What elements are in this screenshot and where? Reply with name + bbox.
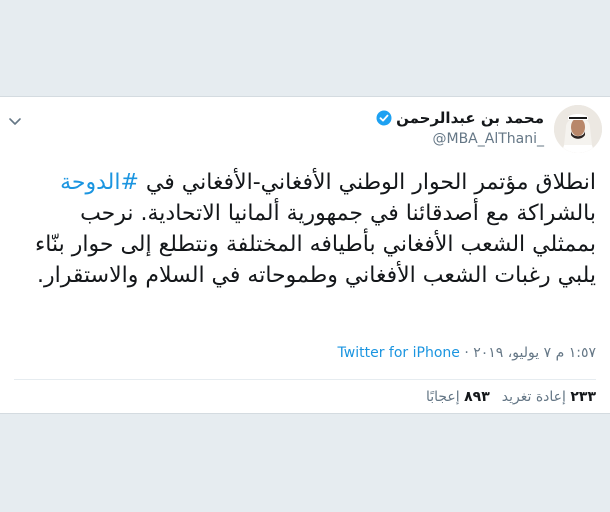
chevron-down-icon[interactable]	[8, 115, 22, 129]
retweets-count: ٢٣٣	[570, 389, 596, 405]
retweets-stat[interactable]: ٢٣٣ إعادة تغريد	[502, 389, 596, 405]
user-handle[interactable]: @MBA_AlThani_	[376, 131, 545, 147]
likes-stat[interactable]: ٨٩٣ إعجابًا	[426, 389, 490, 405]
tweet-date[interactable]: ٧ يوليو، ٢٠١٩	[473, 345, 551, 361]
tweet-source-link[interactable]: Twitter for iPhone	[338, 345, 460, 361]
tweet-meta: ١:٥٧ م ٧ يوليو، ٢٠١٩ · Twitter for iPhon…	[338, 345, 596, 361]
author-block[interactable]: محمد بن عبدالرحمن @MBA_AlThani_	[376, 109, 544, 147]
avatar[interactable]	[554, 105, 602, 153]
tweet-text-prefix: انطلاق مؤتمر الحوار الوطني الأفغاني-الأف…	[138, 170, 596, 195]
tweet-text-body: بالشراكة مع أصدقائنا في جمهورية ألمانيا …	[27, 201, 596, 288]
retweets-label: إعادة تغريد	[501, 389, 566, 405]
hashtag-link[interactable]: #الدوحة	[60, 170, 139, 195]
likes-count: ٨٩٣	[464, 389, 490, 405]
tweet-card: محمد بن عبدالرحمن @MBA_AlThani_ انطلاق م…	[0, 96, 610, 414]
verified-badge-icon	[376, 110, 392, 126]
display-name[interactable]: محمد بن عبدالرحمن	[396, 109, 544, 127]
meta-separator: ·	[464, 345, 469, 361]
tweet-time[interactable]: ١:٥٧ م	[556, 345, 596, 361]
tweet-text: انطلاق مؤتمر الحوار الوطني الأفغاني-الأف…	[16, 167, 596, 291]
divider	[14, 379, 596, 380]
tweet-stats: ٢٣٣ إعادة تغريد ٨٩٣ إعجابًا	[426, 389, 596, 405]
likes-label: إعجابًا	[425, 389, 460, 405]
